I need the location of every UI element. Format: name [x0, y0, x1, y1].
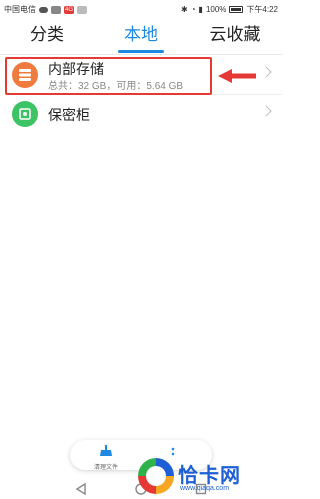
active-tab-indicator: [118, 50, 164, 53]
clean-files-label: 清理文件: [93, 465, 118, 471]
tab-category[interactable]: 分类: [0, 18, 94, 54]
bluetooth-icon: ✱: [181, 5, 188, 14]
notification-icon: [51, 5, 61, 14]
chevron-right-icon: [260, 66, 272, 78]
annotation-highlight-box: [5, 57, 212, 95]
status-bar: 中国电信 4G ✱ ◔ ▮ 100% 下午4:22: [0, 0, 282, 18]
chevron-right-icon: [260, 105, 272, 117]
watermark-logo: 恰卡网 www.qiaqa.com: [132, 458, 282, 499]
tab-bar: 分类 本地 云收藏: [0, 18, 282, 54]
cloud-icon: [39, 6, 48, 13]
wifi-icon: ◔: [190, 5, 196, 14]
safe-title: 保密柜: [48, 107, 90, 123]
watermark-text: 恰卡网: [178, 465, 241, 487]
tab-local[interactable]: 本地: [94, 18, 188, 54]
watermark-url: www.qiaqa.com: [180, 485, 230, 492]
status-right: ✱ ◔ ▮ 100% 下午4:22: [181, 4, 278, 15]
tab-divider: [0, 54, 282, 55]
app-notification-icon: [77, 5, 88, 14]
battery-icon: [229, 6, 244, 13]
signal-icon: ▮: [198, 5, 203, 14]
back-button[interactable]: [74, 482, 88, 496]
clock: 下午4:22: [246, 5, 278, 14]
status-left: 中国电信 4G: [4, 4, 88, 15]
list-item-safe[interactable]: 保密柜: [0, 95, 282, 133]
carrier-label: 中国电信: [4, 5, 36, 14]
watermark-circle-icon: [138, 458, 174, 494]
safe-icon: [12, 101, 38, 127]
clean-files-button[interactable]: 清理文件: [88, 443, 124, 471]
tab-cloud-favorites[interactable]: 云收藏: [188, 18, 282, 54]
battery-percent: 100%: [205, 5, 227, 14]
annotation-arrow-icon: [218, 69, 256, 83]
network-badge: 4G: [64, 5, 75, 14]
broom-icon: [100, 445, 112, 456]
